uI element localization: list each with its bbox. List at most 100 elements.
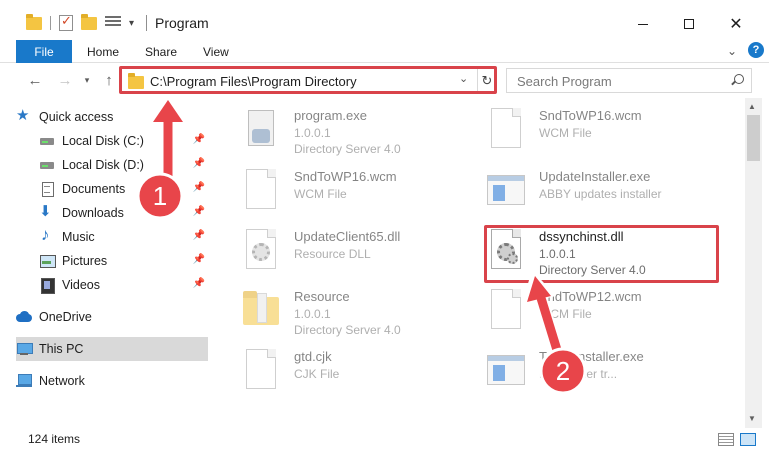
exe-icon [485,349,527,395]
sidebar-item-label: This PC [39,342,84,356]
file-name: SndToWP12.wcm [539,289,642,304]
vertical-scrollbar[interactable]: ▲ ▼ [745,98,762,428]
sidebar-item-label: Local Disk (D:) [62,158,144,172]
search-box[interactable]: Search Program [506,68,752,93]
pin-icon[interactable]: 📌 [193,134,205,145]
sidebar-item-downloads[interactable]: Downloads 📌 [39,201,209,225]
sidebar-item-label: Pictures [62,254,108,268]
music-icon [39,225,55,245]
file-item-program-exe[interactable]: program.exe 1.0.0.1 Directory Server 4.0 [240,104,480,160]
maximize-icon [684,19,694,29]
sidebar-item-label: Documents [62,182,126,196]
recent-locations-icon[interactable]: ▾ [77,69,97,91]
pin-icon[interactable]: 📌 [193,230,205,241]
pin-icon[interactable]: 📌 [193,254,205,265]
customize-dropdown-icon[interactable]: ▾ [129,18,134,29]
file-item-updateinstaller[interactable]: UpdateInstaller.exe ABBY updates install… [485,165,725,221]
file-name: program.exe [294,108,367,123]
file-icon [485,289,527,335]
file-name: SndToWP16.wcm [294,169,397,184]
network-icon [16,373,32,389]
sidebar-item-label: Downloads [62,206,124,220]
file-item-termsinstaller[interactable]: TermsInstaller.exe Finereader tr... [485,345,725,401]
file-type: CJK File [294,367,340,381]
sidebar-item-label: Network [39,374,85,388]
properties-check-icon[interactable] [59,13,73,31]
disk-icon [39,133,55,149]
status-bar: 124 items [0,428,769,450]
sidebar-item-onedrive[interactable]: OneDrive [16,305,208,329]
file-description: Directory Server 4.0 [294,323,401,337]
scrollbar-thumb[interactable] [747,115,760,161]
navigation-pane: Quick access Local Disk (C:) 📌 Local Dis… [0,98,215,428]
sidebar-item-local-disk-c[interactable]: Local Disk (C:) 📌 [39,129,209,153]
file-explorer-window: ▾ Program ✕ File Home Share View ⌄ ? ← →… [0,0,769,465]
search-icon [730,74,744,87]
sidebar-item-label: Quick access [39,110,114,124]
file-name: UpdateInstaller.exe [539,169,651,184]
file-type: Finereader tr... [539,367,618,381]
sidebar-item-videos[interactable]: Videos 📌 [39,273,209,297]
item-count: 124 items [28,432,81,446]
sidebar-item-this-pc[interactable]: This PC [16,337,208,361]
search-input[interactable]: Search Program [517,74,612,89]
minimize-button[interactable] [620,10,666,38]
expand-ribbon-icon[interactable]: ⌄ [727,44,737,58]
sidebar-item-music[interactable]: Music 📌 [39,225,209,249]
sidebar-item-network[interactable]: Network [16,369,208,393]
details-view-icon[interactable] [718,433,734,446]
tiles-view-icon[interactable] [740,433,756,446]
title-bar: ▾ Program ✕ [0,0,769,40]
close-button[interactable]: ✕ [713,10,759,38]
sidebar-item-label: Videos [62,278,100,292]
file-type: WCM File [539,126,592,140]
pin-icon[interactable]: 📌 [193,206,205,217]
window-title: Program [155,15,209,31]
cloud-icon [16,309,32,325]
folder-icon[interactable] [26,13,42,30]
dll-icon [240,229,282,275]
file-type: Resource DLL [294,247,371,261]
maximize-button[interactable] [666,10,712,38]
minimize-icon [638,23,648,25]
file-icon [240,169,282,215]
file-item-sndtowp16-a[interactable]: SndToWP16.wcm WCM File [485,104,725,160]
file-item-gtd-cjk[interactable]: gtd.cjk CJK File [240,345,480,401]
quick-access-toolbar: ▾ [26,13,134,32]
computer-icon [16,341,33,357]
tab-home[interactable]: Home [87,40,119,63]
sidebar-item-label: OneDrive [39,310,92,324]
pin-icon[interactable]: 📌 [193,182,205,193]
document-icon [39,181,55,197]
file-icon [485,108,527,154]
file-type: WCM File [539,307,592,321]
tab-file[interactable]: File [16,40,72,63]
file-type: WCM File [294,187,347,201]
forward-arrow-icon[interactable]: → [55,69,75,91]
properties-icon[interactable] [105,16,121,30]
sidebar-item-label: Music [62,230,95,244]
pin-icon[interactable]: 📌 [193,158,205,169]
sidebar-item-pictures[interactable]: Pictures 📌 [39,249,209,273]
up-arrow-icon[interactable]: ↑ [99,69,119,91]
back-arrow-icon[interactable]: ← [25,69,45,91]
selected-file-highlight [484,225,719,283]
file-version: 1.0.0.1 [294,126,331,140]
scroll-down-icon[interactable]: ▼ [748,414,756,423]
tab-share[interactable]: Share [145,40,177,63]
file-description: Directory Server 4.0 [294,142,401,156]
toolbar-separator [50,16,51,30]
file-item-sndtowp12[interactable]: SndToWP12.wcm WCM File [485,285,725,341]
help-icon[interactable]: ? [748,42,764,58]
sidebar-item-local-disk-d[interactable]: Local Disk (D:) 📌 [39,153,209,177]
tab-view[interactable]: View [203,40,229,63]
sidebar-item-documents[interactable]: Documents 📌 [39,177,209,201]
sidebar-item-quick-access[interactable]: Quick access [16,105,208,129]
file-item-updateclient65[interactable]: UpdateClient65.dll Resource DLL [240,225,480,281]
file-item-resource-folder[interactable]: Resource 1.0.0.1 Directory Server 4.0 [240,285,480,341]
file-item-sndtowp16-b[interactable]: SndToWP16.wcm WCM File [240,165,480,221]
new-folder-icon[interactable] [81,13,97,30]
scroll-up-icon[interactable]: ▲ [748,102,756,111]
ribbon-tabs: File Home Share View ⌄ ? [0,40,769,63]
pin-icon[interactable]: 📌 [193,278,205,289]
